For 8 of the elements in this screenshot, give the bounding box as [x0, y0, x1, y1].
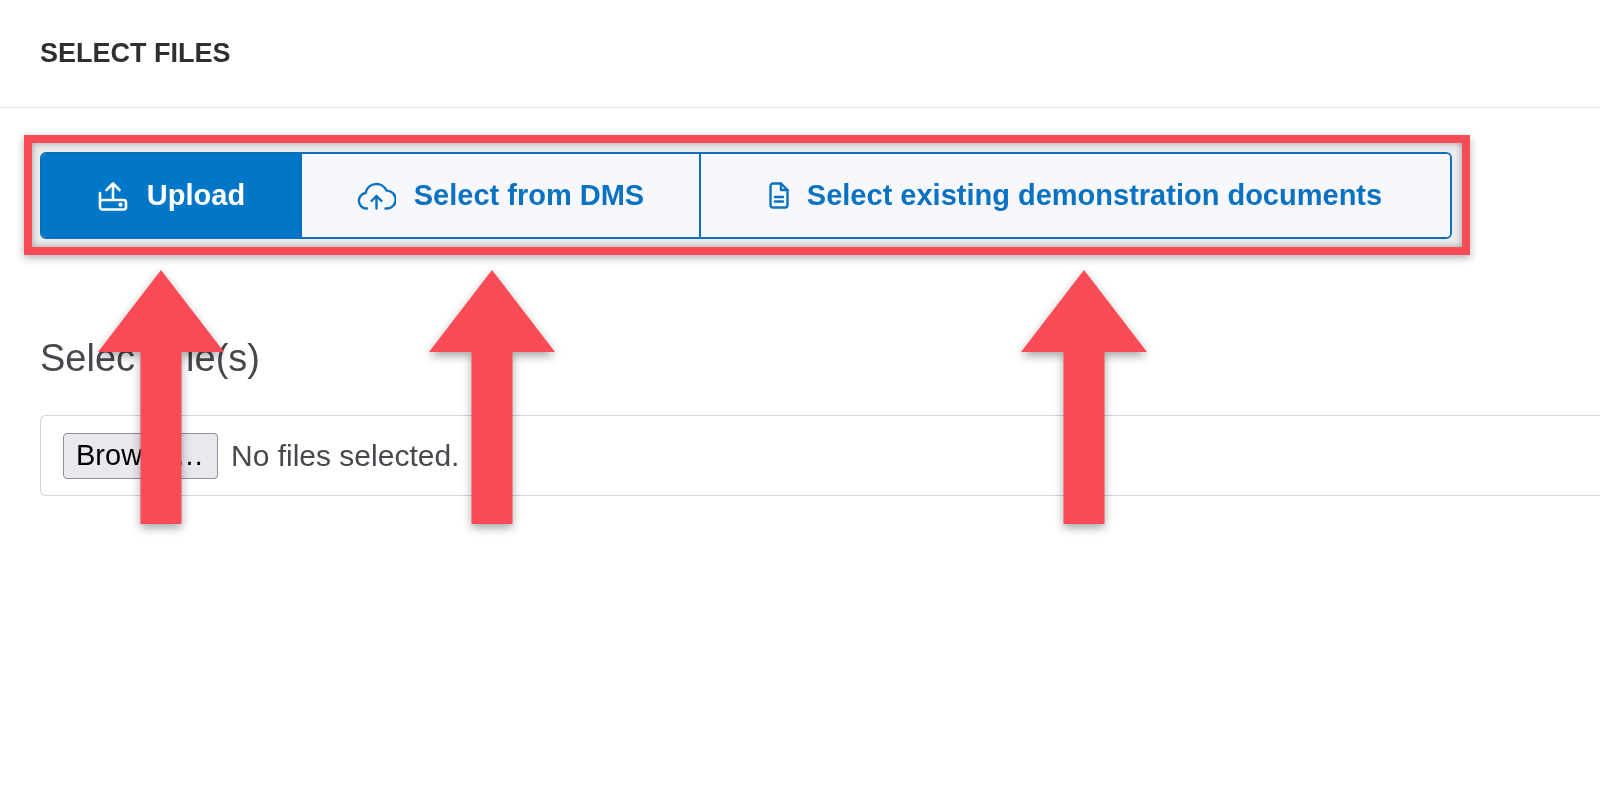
document-icon: [768, 182, 789, 209]
cloud-upload-icon: [356, 181, 396, 210]
source-tab[interactable]: Select existing demonstration documents: [699, 154, 1450, 237]
section-title: SELECT FILES: [40, 40, 231, 67]
file-status-text: No files selected.: [231, 438, 460, 473]
source-tab[interactable]: Upload: [42, 154, 300, 237]
upload-icon: [96, 180, 129, 211]
field-label: Selec: [40, 336, 136, 381]
